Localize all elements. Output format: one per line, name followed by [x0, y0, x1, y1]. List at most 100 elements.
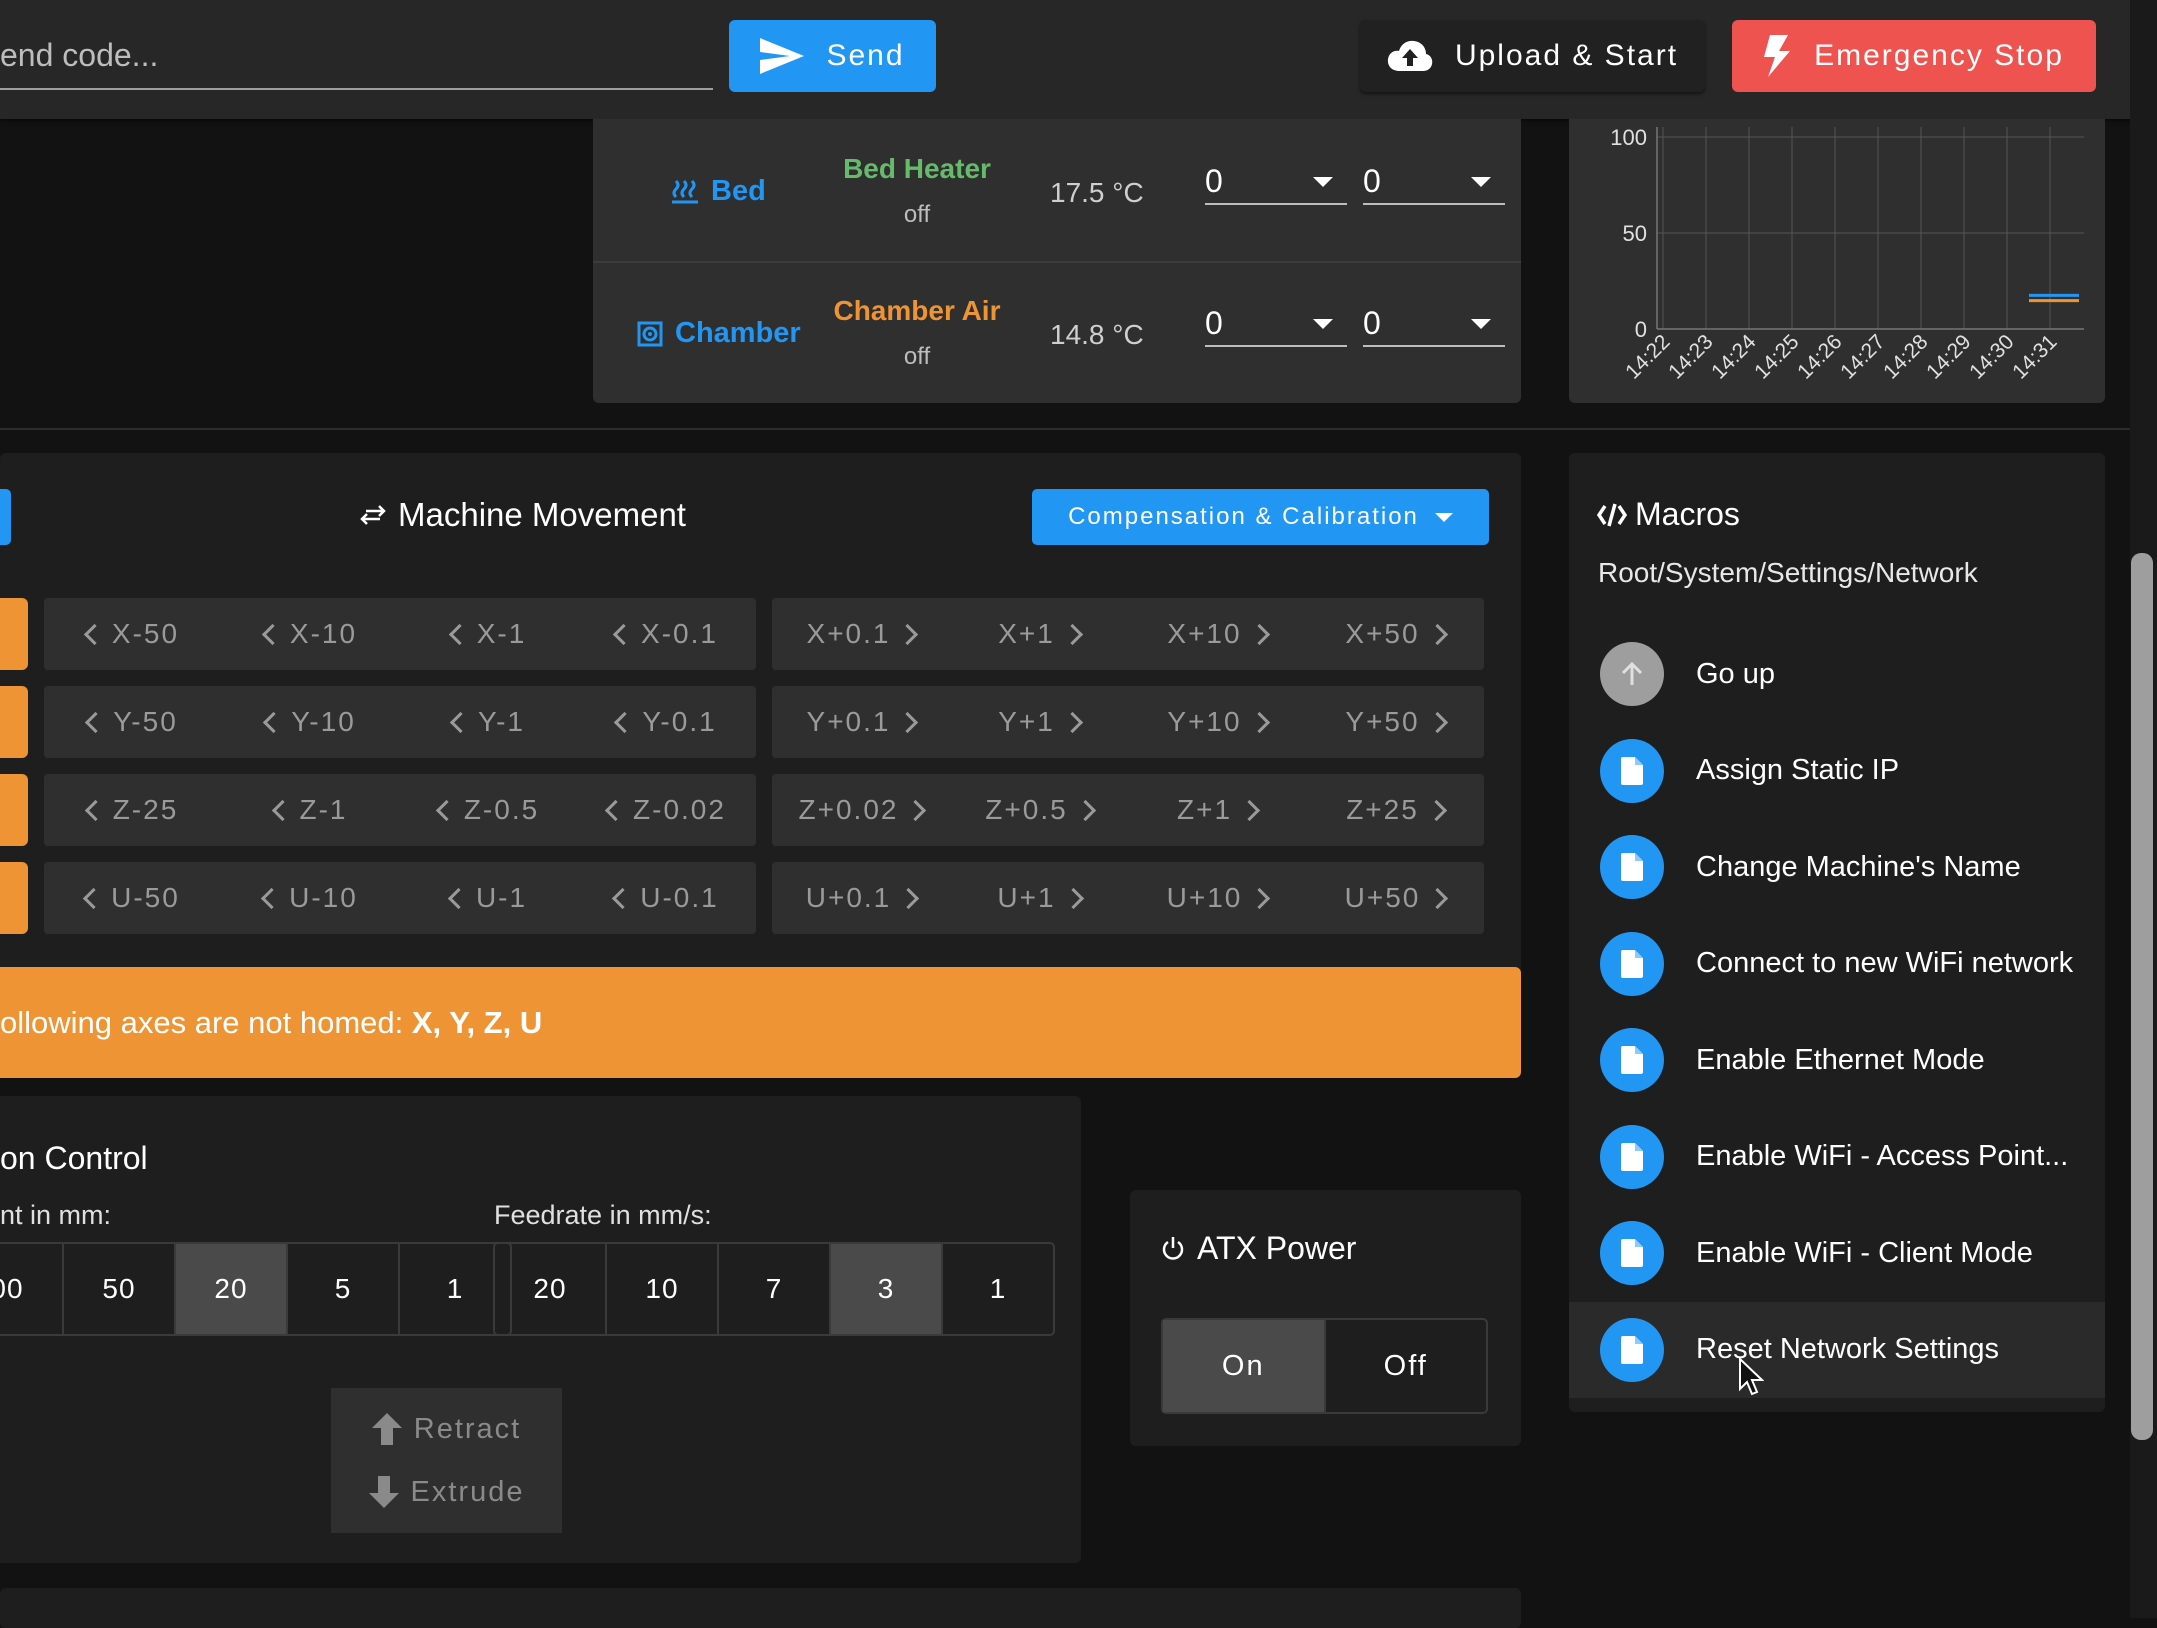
jog-button[interactable]: Z-0.5: [400, 774, 578, 846]
heater-icon: [672, 179, 698, 203]
amount-option[interactable]: 20: [176, 1244, 288, 1334]
jog-label: X+50: [1345, 618, 1420, 649]
jog-button[interactable]: U+50: [1306, 862, 1484, 934]
jog-label: U+1: [997, 882, 1056, 913]
jog-label: X+10: [1167, 618, 1242, 649]
heater-name-chamber[interactable]: Chamber: [637, 317, 801, 350]
gcode-input[interactable]: [0, 22, 713, 90]
jog-button[interactable]: Y+10: [1128, 686, 1306, 758]
macro-item[interactable]: Enable WiFi - Access Point...: [1569, 1109, 2105, 1205]
jog-button[interactable]: U-10: [222, 862, 400, 934]
heater-state[interactable]: off: [817, 343, 1017, 371]
jog-button[interactable]: Z+0.5: [950, 774, 1128, 846]
jog-button[interactable]: Y+50: [1306, 686, 1484, 758]
heater-name-bed[interactable]: Bed: [671, 175, 766, 208]
jog-button[interactable]: Y-10: [222, 686, 400, 758]
macro-item[interactable]: Enable WiFi - Client Mode: [1569, 1205, 2105, 1301]
jog-button[interactable]: U+10: [1128, 862, 1306, 934]
chevron-left-icon: [447, 887, 470, 909]
warning-text: ollowing axes are not homed:: [0, 1004, 412, 1040]
compensation-calibration-dropdown[interactable]: Compensation & Calibration: [1032, 489, 1489, 545]
amount-option[interactable]: 5: [288, 1244, 400, 1334]
macro-item[interactable]: Reset Network Settings: [1569, 1301, 2105, 1398]
feedrate-option[interactable]: 7: [719, 1244, 831, 1334]
send-button[interactable]: Send: [729, 20, 936, 92]
home-u-button[interactable]: [0, 862, 28, 934]
jog-button[interactable]: Z-0.02: [578, 774, 756, 846]
jog-button[interactable]: Y-50: [44, 686, 222, 758]
feedrate-option[interactable]: 20: [495, 1244, 607, 1334]
emergency-stop-label: Emergency Stop: [1814, 39, 2064, 72]
chevron-right-icon: [1249, 887, 1271, 909]
macro-item[interactable]: Connect to new WiFi network: [1569, 916, 2105, 1012]
jog-button[interactable]: X-10: [222, 598, 400, 670]
jog-button[interactable]: Z-1: [222, 774, 400, 846]
standby-temp-select[interactable]: 0: [1363, 163, 1505, 205]
jog-label: X+0.1: [806, 618, 891, 649]
active-temp-select[interactable]: 0: [1205, 305, 1347, 347]
code-braces-icon: [1597, 503, 1627, 526]
home-x-button[interactable]: [0, 598, 28, 670]
x-tick-label: 14:26: [1793, 330, 1846, 383]
retract-label: Retract: [413, 1412, 522, 1445]
macro-item[interactable]: Change Machine's Name: [1569, 819, 2105, 915]
x-tick-label: 14:27: [1836, 330, 1889, 383]
chevron-left-icon: [604, 799, 627, 821]
chevron-left-icon: [435, 799, 457, 821]
feedrate-option[interactable]: 1: [943, 1244, 1053, 1334]
home-y-button[interactable]: [0, 686, 28, 758]
standby-temp-value: 0: [1363, 163, 1381, 199]
amount-option[interactable]: 00: [0, 1244, 64, 1334]
jog-button[interactable]: X+0.1: [772, 598, 950, 670]
standby-temp-select[interactable]: 0: [1363, 305, 1505, 347]
upload-start-button[interactable]: Upload & Start: [1360, 20, 1705, 92]
heater-name-text: Chamber: [675, 317, 801, 349]
jog-button[interactable]: U-1: [400, 862, 578, 934]
panel-button-stub[interactable]: [0, 489, 11, 545]
jog-button[interactable]: Y-0.1: [578, 686, 756, 758]
macro-item[interactable]: Go up: [1569, 626, 2105, 722]
jog-button[interactable]: Y+1: [950, 686, 1128, 758]
atx-off-button[interactable]: Off: [1326, 1320, 1487, 1412]
heater-label: Bed Heater: [843, 153, 991, 184]
jog-button[interactable]: X-1: [400, 598, 578, 670]
jog-button[interactable]: X+10: [1128, 598, 1306, 670]
jog-button[interactable]: U-0.1: [578, 862, 756, 934]
jog-button[interactable]: X+1: [950, 598, 1128, 670]
macro-item[interactable]: Enable Ethernet Mode: [1569, 1012, 2105, 1108]
jog-button[interactable]: X+50: [1306, 598, 1484, 670]
jog-negative-group: Z-25 Z-1 Z-0.5 Z-0.02: [44, 774, 756, 846]
retract-button[interactable]: Retract: [371, 1412, 522, 1446]
amount-option[interactable]: 50: [64, 1244, 176, 1334]
jog-button[interactable]: Z+25: [1306, 774, 1484, 846]
jog-label: Y+10: [1167, 706, 1242, 737]
jog-button[interactable]: X-50: [44, 598, 222, 670]
jog-button[interactable]: Y-1: [400, 686, 578, 758]
heater-state[interactable]: off: [817, 201, 1017, 229]
section-divider: [0, 428, 2130, 430]
swap-icon: [360, 505, 386, 525]
jog-button[interactable]: Z+0.02: [772, 774, 950, 846]
macro-item[interactable]: Assign Static IP: [1569, 723, 2105, 819]
upload-start-label: Upload & Start: [1454, 39, 1679, 72]
jog-button[interactable]: Y+0.1: [772, 686, 950, 758]
feedrate-option[interactable]: 10: [607, 1244, 719, 1334]
feedrate-option[interactable]: 3: [831, 1244, 943, 1334]
jog-button[interactable]: Z+1: [1128, 774, 1306, 846]
emergency-stop-button[interactable]: Emergency Stop: [1732, 20, 2096, 92]
jog-button[interactable]: U+0.1: [772, 862, 950, 934]
standby-temp-value: 0: [1363, 305, 1381, 341]
scrollbar-thumb[interactable]: [2131, 553, 2153, 1440]
send-icon: [760, 38, 805, 74]
jog-button[interactable]: Z-25: [44, 774, 222, 846]
home-z-button[interactable]: [0, 774, 28, 846]
macro-label: Enable Ethernet Mode: [1696, 1043, 1985, 1076]
extrude-button[interactable]: Extrude: [368, 1476, 525, 1509]
active-temp-select[interactable]: 0: [1205, 163, 1347, 205]
jog-button[interactable]: U+1: [950, 862, 1128, 934]
atx-on-button[interactable]: On: [1163, 1320, 1326, 1412]
jog-label: X-10: [289, 618, 358, 649]
jog-button[interactable]: U-50: [44, 862, 222, 934]
jog-button[interactable]: X-0.1: [578, 598, 756, 670]
jog-label: Z-0.5: [463, 794, 540, 825]
